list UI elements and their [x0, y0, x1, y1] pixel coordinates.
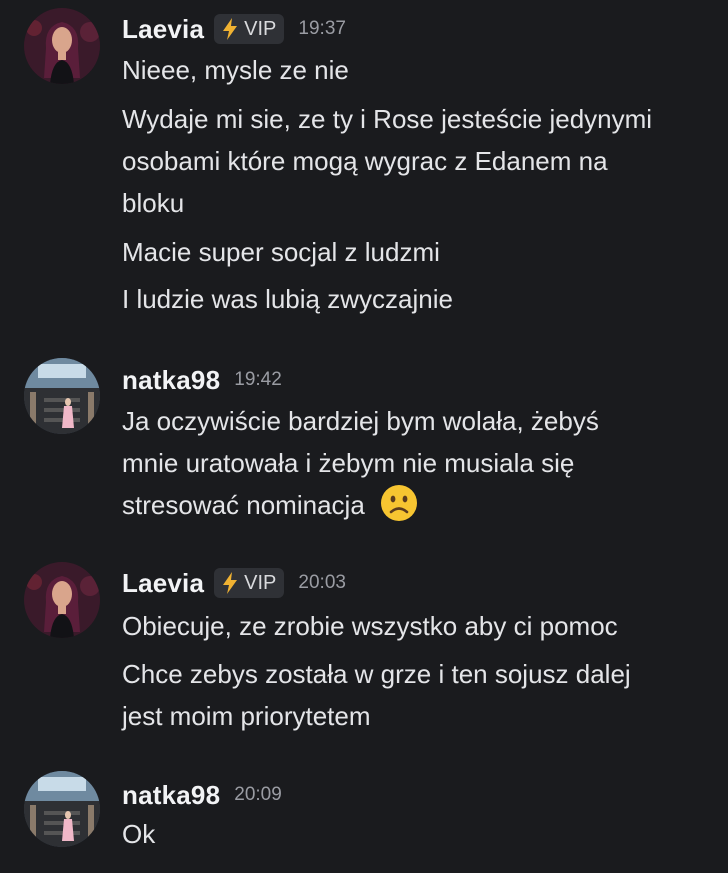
message-line: I ludzie was lubią zwyczajnie — [122, 284, 453, 314]
timestamp: 19:42 — [234, 369, 282, 390]
message-header: natka98 20:09 — [122, 777, 282, 813]
lightning-bolt-icon — [223, 572, 238, 594]
vip-badge[interactable]: VIP — [214, 14, 285, 44]
avatar-natka98[interactable] — [24, 771, 100, 847]
message-header: Laevia VIP 20:03 — [122, 565, 346, 601]
avatar-laevia[interactable] — [24, 8, 100, 84]
username[interactable]: natka98 — [122, 780, 220, 811]
message-line: jest moim priorytetem — [122, 701, 371, 731]
message-line: Nieee, mysle ze nie — [122, 55, 349, 85]
vip-label: VIP — [244, 571, 277, 594]
message-text: stresować nominacja — [122, 490, 365, 520]
avatar-laevia[interactable] — [24, 562, 100, 638]
message-line: Wydaje mi sie, ze ty i Rose jesteście je… — [122, 104, 653, 134]
message-header: natka98 19:42 — [122, 362, 282, 398]
message-line: bloku — [122, 188, 185, 218]
message-line: osobami które mogą wygrac z Edanem na — [122, 146, 608, 176]
message-line: Chce zebys została w grze i ten sojusz d… — [122, 659, 631, 689]
message-line: Obiecuje, ze zrobie wszystko aby ci pomo… — [122, 611, 618, 641]
username[interactable]: Laevia — [122, 14, 204, 45]
lightning-bolt-icon — [223, 18, 238, 40]
message-line: stresować nominacja — [122, 483, 712, 528]
username[interactable]: natka98 — [122, 365, 220, 396]
timestamp: 19:37 — [298, 18, 346, 39]
message-line: mnie uratowała i żebym nie musiala się — [122, 448, 575, 478]
slightly-frowning-face-icon — [381, 485, 418, 521]
username[interactable]: Laevia — [122, 568, 204, 599]
vip-badge[interactable]: VIP — [214, 568, 285, 598]
vip-label: VIP — [244, 17, 277, 40]
timestamp: 20:09 — [234, 784, 282, 805]
timestamp: 20:03 — [298, 572, 346, 593]
message-line: Macie super socjal z ludzmi — [122, 237, 440, 267]
message-line: Ok — [122, 819, 156, 849]
avatar-natka98[interactable] — [24, 358, 100, 434]
message-header: Laevia VIP 19:37 — [122, 11, 346, 47]
message-line: Ja oczywiście bardziej bym wolała, żebyś — [122, 406, 599, 436]
